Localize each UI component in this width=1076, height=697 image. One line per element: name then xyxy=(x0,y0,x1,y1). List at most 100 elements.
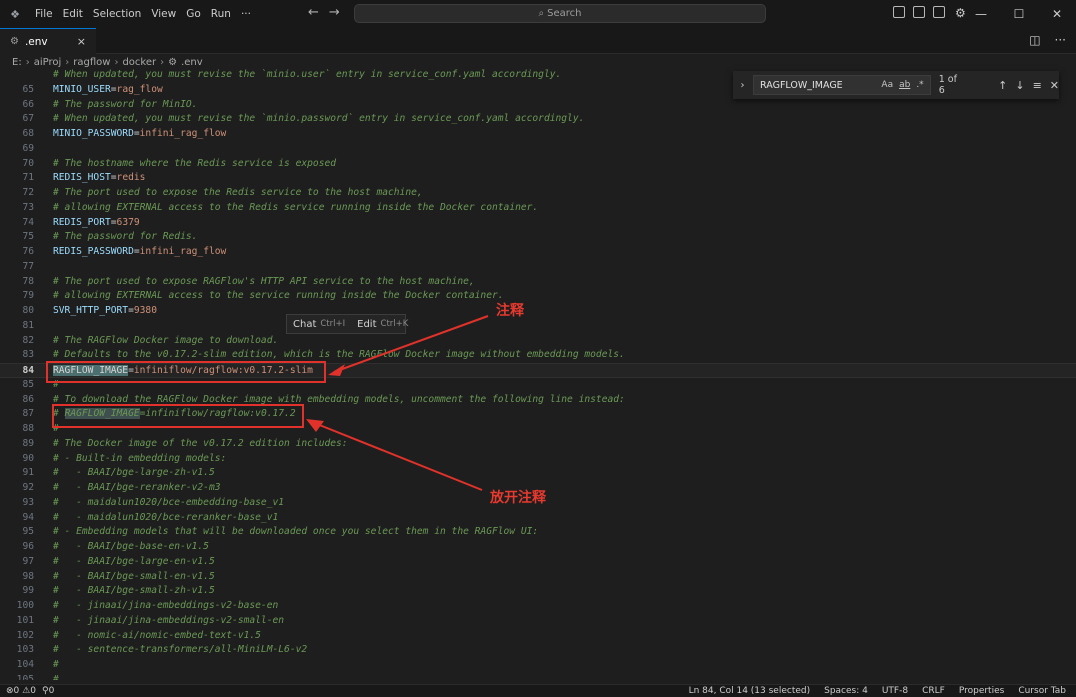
code-line[interactable]: 82 # The RAGFlow Docker image to download… xyxy=(0,334,1076,349)
code-line[interactable]: 94 # - maidalun1020/bce-reranker-base_v1 xyxy=(0,511,1076,526)
command-search-box[interactable]: ⌕ Search xyxy=(354,4,766,23)
code-line[interactable]: 98 # - BAAI/bge-small-en-v1.5 xyxy=(0,570,1076,585)
breadcrumb-item[interactable]: E: xyxy=(12,57,22,68)
find-input[interactable]: RAGFLOW_IMAGE Aa ab .* xyxy=(753,75,931,95)
close-window-icon[interactable]: ✕ xyxy=(1038,0,1076,28)
code-line[interactable]: 104 # xyxy=(0,658,1076,673)
code-line[interactable]: 97 # - BAAI/bge-large-en-v1.5 xyxy=(0,555,1076,570)
line-number: 91 xyxy=(22,467,34,479)
chat-hint-label[interactable]: Chat xyxy=(293,319,316,330)
code-line[interactable]: 102 # - nomic-ai/nomic-embed-text-v1.5 xyxy=(0,629,1076,644)
line-number: 88 xyxy=(22,423,34,434)
next-match-icon[interactable]: ↓ xyxy=(1015,79,1024,92)
menu-item-go[interactable]: Go xyxy=(181,5,206,23)
code-text: # - BAAI/bge-large-zh-v1.5 xyxy=(53,466,215,481)
breadcrumb-item[interactable]: docker xyxy=(122,57,156,68)
toggle-secondary-sidebar-icon[interactable] xyxy=(933,6,945,18)
code-line[interactable]: 95 # - Embedding models that will be down… xyxy=(0,525,1076,540)
menu-item-view[interactable]: View xyxy=(146,5,181,23)
code-line[interactable]: 79 # allowing EXTERNAL access to the serv… xyxy=(0,289,1076,304)
tab-close-icon[interactable]: × xyxy=(77,35,86,48)
comment-text: # - maidalun1020/bce-reranker-base_v1 xyxy=(53,511,279,523)
toggle-panel-icon[interactable] xyxy=(913,6,925,18)
menu-item-file[interactable]: File xyxy=(30,5,58,23)
maximize-icon[interactable]: ☐ xyxy=(1000,0,1038,28)
back-arrow-icon[interactable]: ← xyxy=(308,5,319,20)
problems-indicator[interactable]: ⊗0 ⚠0 xyxy=(6,685,36,697)
code-line[interactable]: 81 xyxy=(0,319,1076,334)
line-ending[interactable]: CRLF xyxy=(922,685,945,697)
match-whole-word-option[interactable]: ab xyxy=(899,80,910,90)
code-line[interactable]: 70 # The hostname where the Redis service… xyxy=(0,157,1076,172)
code-line[interactable]: 101 # - jinaai/jina-embeddings-v2-small-e… xyxy=(0,614,1076,629)
menu-item-more[interactable]: ··· xyxy=(236,5,256,23)
previous-match-icon[interactable]: ↑ xyxy=(998,79,1007,92)
code-line[interactable]: 105 # xyxy=(0,673,1076,680)
find-in-selection-icon[interactable]: ≡ xyxy=(1033,79,1042,92)
code-line[interactable]: 73 # allowing EXTERNAL access to the Redi… xyxy=(0,201,1076,216)
properties-status[interactable]: Properties xyxy=(959,685,1004,697)
cursor-position[interactable]: Ln 84, Col 14 (13 selected) xyxy=(689,685,811,697)
code-line[interactable]: 96 # - BAAI/bge-base-en-v1.5 xyxy=(0,540,1076,555)
code-line[interactable]: 75 # The password for Redis. xyxy=(0,230,1076,245)
menu-item-edit[interactable]: Edit xyxy=(58,5,88,23)
code-line[interactable]: 71 REDIS_HOST=redis xyxy=(0,171,1076,186)
code-line[interactable]: 74 REDIS_PORT=6379 xyxy=(0,216,1076,231)
forward-arrow-icon[interactable]: → xyxy=(329,5,340,20)
code-line[interactable]: 89 # The Docker image of the v0.17.2 edit… xyxy=(0,437,1076,452)
line-number: 93 xyxy=(22,496,34,508)
code-line[interactable]: 67 # When updated, you must revise the `m… xyxy=(0,112,1076,127)
close-find-icon[interactable]: ✕ xyxy=(1050,79,1059,92)
comment-text: # The hostname where the Redis service i… xyxy=(53,157,337,169)
comment-text: # When updated, you must revise the `min… xyxy=(53,113,585,125)
tab-env[interactable]: ⚙ .env × xyxy=(0,28,96,54)
split-editor-icon[interactable]: ◫ xyxy=(1029,33,1040,47)
code-line[interactable]: 90 # - Built-in embedding models: xyxy=(0,452,1076,467)
code-line[interactable]: 66 # The password for MinIO. xyxy=(0,98,1076,113)
code-line[interactable]: 103 # - sentence-transformers/all-MiniLM-… xyxy=(0,643,1076,658)
line-number: 94 xyxy=(22,511,34,523)
find-widget: › RAGFLOW_IMAGE Aa ab .* 1 of 6 ↑ ↓ ≡ ✕ xyxy=(733,71,1059,99)
code-text: # - nomic-ai/nomic-embed-text-v1.5 xyxy=(53,629,261,644)
cursor-tab-status[interactable]: Cursor Tab xyxy=(1018,685,1066,697)
comment-text: # The RAGFlow Docker image to download. xyxy=(53,334,279,346)
toggle-replace-chevron-icon[interactable]: › xyxy=(736,80,749,91)
edit-hint-label[interactable]: Edit xyxy=(357,319,376,330)
more-actions-icon[interactable]: ··· xyxy=(1055,33,1066,47)
app-logo-icon[interactable]: ❖ xyxy=(8,7,22,21)
code-line[interactable]: 91 # - BAAI/bge-large-zh-v1.5 xyxy=(0,466,1076,481)
code-line[interactable]: 68 MINIO_PASSWORD=infini_rag_flow xyxy=(0,127,1076,142)
encoding[interactable]: UTF-8 xyxy=(882,685,908,697)
breadcrumb-item[interactable]: ragflow xyxy=(73,57,110,68)
code-text: # The RAGFlow Docker image to download. xyxy=(53,334,278,349)
window-controls: — ☐ ✕ xyxy=(962,0,1076,28)
ports-indicator[interactable]: ⚲0 xyxy=(42,685,54,697)
breadcrumb-item[interactable]: .env xyxy=(181,57,203,68)
code-line[interactable]: 76 REDIS_PASSWORD=infini_rag_flow xyxy=(0,245,1076,260)
code-text: # - BAAI/bge-base-en-v1.5 xyxy=(53,540,209,555)
env-key: REDIS_PORT xyxy=(53,216,111,228)
comment-text: # The port used to expose the Redis serv… xyxy=(53,187,423,198)
breadcrumb-item[interactable]: aiProj xyxy=(34,57,62,68)
code-line[interactable]: 72 # The port used to expose the Redis se… xyxy=(0,186,1076,201)
toggle-primary-sidebar-icon[interactable] xyxy=(893,6,905,18)
menu-item-run[interactable]: Run xyxy=(206,5,236,23)
code-line[interactable]: 100 # - jinaai/jina-embeddings-v2-base-en xyxy=(0,599,1076,614)
code-line[interactable]: 78 # The port used to expose RAGFlow's HT… xyxy=(0,275,1076,290)
code-line[interactable]: 80 SVR_HTTP_PORT=9380 xyxy=(0,304,1076,319)
menu-item-selection[interactable]: Selection xyxy=(88,5,146,23)
indentation[interactable]: Spaces: 4 xyxy=(824,685,868,697)
line-number: 105 xyxy=(16,673,34,680)
find-query: RAGFLOW_IMAGE xyxy=(760,79,843,91)
use-regex-option[interactable]: .* xyxy=(916,80,923,90)
line-number: 68 xyxy=(22,128,34,139)
status-bar: ⊗0 ⚠0 ⚲0 Ln 84, Col 14 (13 selected) Spa… xyxy=(0,684,1076,697)
env-value: 9380 xyxy=(133,305,157,316)
code-line[interactable]: 77 xyxy=(0,260,1076,275)
code-line[interactable]: 69 xyxy=(0,142,1076,157)
match-case-option[interactable]: Aa xyxy=(881,80,893,90)
code-line[interactable]: 99 # - BAAI/bge-small-zh-v1.5 xyxy=(0,584,1076,599)
minimize-icon[interactable]: — xyxy=(962,0,1000,28)
breadcrumb-separator-icon: › xyxy=(114,57,119,68)
ports-count: 0 xyxy=(48,686,55,696)
